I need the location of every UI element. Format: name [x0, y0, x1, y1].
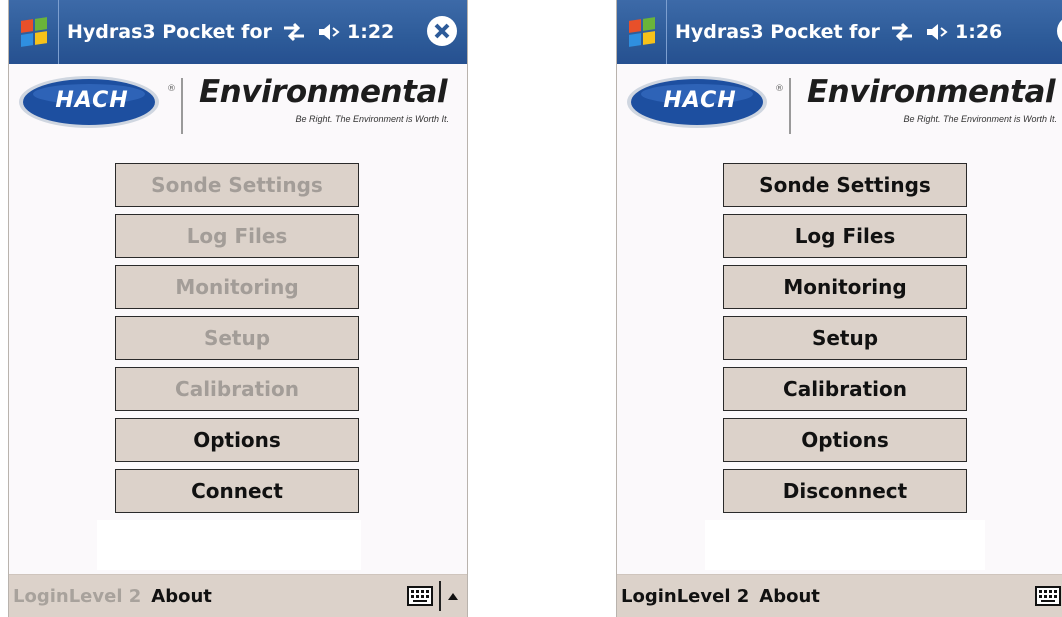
about-softkey[interactable]: About: [151, 586, 212, 607]
login-level-softkey[interactable]: LoginLevel 2: [621, 586, 749, 607]
sonde-settings-button: Sonde Settings: [115, 163, 359, 207]
logo-divider: [789, 78, 791, 134]
app-title: Hydras3 Pocket for: [675, 21, 880, 43]
hach-text: HACH: [663, 88, 737, 113]
tagline: Be Right. The Environment is Worth It.: [903, 114, 1057, 124]
disconnect-button[interactable]: Disconnect: [723, 469, 967, 513]
hach-logo: HACH ®: [625, 74, 784, 130]
close-icon[interactable]: [425, 14, 459, 48]
options-button[interactable]: Options: [723, 418, 967, 462]
device-screen-left: Hydras3 Pocket for 1:22 HACH ® Environme…: [8, 0, 468, 617]
keyboard-icon[interactable]: [407, 586, 433, 606]
logo-divider: [181, 78, 183, 134]
environmental-text: Environmental: [199, 74, 448, 110]
start-button[interactable]: [617, 0, 667, 64]
volume-icon[interactable]: [317, 21, 341, 43]
clock[interactable]: 1:26: [955, 21, 1002, 43]
up-arrow-icon[interactable]: [447, 591, 459, 601]
monitoring-button: Monitoring: [115, 265, 359, 309]
blank-panel: [705, 520, 985, 570]
title-bar: Hydras3 Pocket for 1:26: [617, 0, 1062, 64]
registered-mark: ®: [775, 84, 784, 94]
log-files-button: Log Files: [115, 214, 359, 258]
setup-button: Setup: [115, 316, 359, 360]
registered-mark: ®: [167, 84, 176, 94]
setup-button[interactable]: Setup: [723, 316, 967, 360]
environmental-text: Environmental: [807, 74, 1056, 110]
windows-start-icon: [628, 17, 655, 47]
connectivity-icon[interactable]: [281, 21, 307, 43]
blank-panel: [97, 520, 361, 570]
sonde-settings-button[interactable]: Sonde Settings: [723, 163, 967, 207]
calibration-button[interactable]: Calibration: [723, 367, 967, 411]
close-icon[interactable]: [1055, 14, 1062, 48]
hach-text: HACH: [55, 88, 129, 113]
title-bar: Hydras3 Pocket for 1:22: [9, 0, 467, 64]
hach-environmental-logo: HACH ® Environmental Be Right. The Envir…: [9, 64, 467, 154]
log-files-button[interactable]: Log Files: [723, 214, 967, 258]
main-menu: Sonde Settings Log Files Monitoring Setu…: [723, 163, 967, 520]
about-softkey[interactable]: About: [759, 586, 820, 607]
softbar-separator: [439, 581, 441, 611]
main-menu: Sonde Settings Log Files Monitoring Setu…: [115, 163, 359, 520]
hach-logo: HACH ®: [17, 74, 176, 130]
calibration-button: Calibration: [115, 367, 359, 411]
volume-icon[interactable]: [925, 21, 949, 43]
hach-environmental-logo: HACH ® Environmental Be Right. The Envir…: [617, 64, 1062, 154]
soft-key-bar: LoginLevel 2 About: [9, 574, 467, 617]
connectivity-icon[interactable]: [889, 21, 915, 43]
connect-button[interactable]: Connect: [115, 469, 359, 513]
monitoring-button[interactable]: Monitoring: [723, 265, 967, 309]
app-title: Hydras3 Pocket for: [67, 21, 272, 43]
clock[interactable]: 1:22: [347, 21, 394, 43]
soft-key-bar: LoginLevel 2 About: [617, 574, 1062, 617]
device-screen-right: Hydras3 Pocket for 1:26 HACH ® Environme…: [616, 0, 1062, 617]
options-button[interactable]: Options: [115, 418, 359, 462]
keyboard-icon[interactable]: [1035, 586, 1061, 606]
start-button[interactable]: [9, 0, 59, 64]
tagline: Be Right. The Environment is Worth It.: [295, 114, 449, 124]
windows-start-icon: [20, 17, 47, 47]
login-level-softkey: LoginLevel 2: [13, 585, 142, 607]
